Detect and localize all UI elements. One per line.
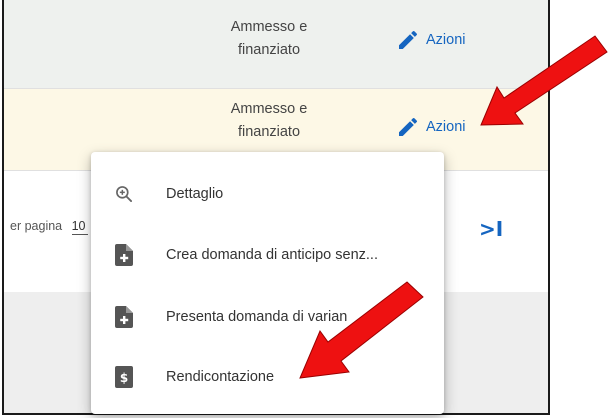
menu-item-label: Crea domanda di anticipo senz... [166,247,378,263]
status-line-2: finanziato [237,124,301,140]
file-plus-icon [113,244,135,266]
rows-per-page-select[interactable]: 10 [71,219,88,235]
menu-item-crea-anticipo[interactable]: Crea domanda di anticipo senz... [91,232,444,278]
status-line-1: Ammesso e [230,101,308,117]
zoom-in-icon [113,183,135,205]
svg-text:$: $ [120,371,128,385]
azioni-label: Azioni [426,119,466,135]
last-page-button[interactable]: >I [479,217,503,241]
menu-item-label: Presenta domanda di varian [166,309,348,325]
pencil-icon [399,30,418,49]
azioni-button[interactable]: Azioni [396,115,466,139]
menu-item-rendicontazione[interactable]: $ Rendicontazione [91,354,444,400]
menu-item-label: Dettaglio [166,186,224,202]
table-row: Ammesso e finanziato Azioni [4,0,548,89]
file-dollar-icon: $ [113,366,135,388]
menu-item-presenta-variante[interactable]: Presenta domanda di varian [91,294,444,340]
status-line-1: Ammesso e [230,19,308,35]
menu-item-dettaglio[interactable]: Dettaglio [91,171,444,217]
menu-item-label: Rendicontazione [166,369,275,385]
status-line-2: finanziato [237,42,301,58]
rows-per-page-label: er pagina [10,219,63,233]
status-text: Ammesso e finanziato [204,16,334,62]
rows-per-page: er pagina 10 [10,219,88,235]
actions-menu: Dettaglio Crea domanda di anticipo senz.… [91,152,444,414]
azioni-label: Azioni [426,32,466,48]
file-plus-icon [113,306,135,328]
azioni-button[interactable]: Azioni [396,28,466,52]
pencil-icon [399,117,418,136]
status-text: Ammesso e finanziato [204,98,334,144]
